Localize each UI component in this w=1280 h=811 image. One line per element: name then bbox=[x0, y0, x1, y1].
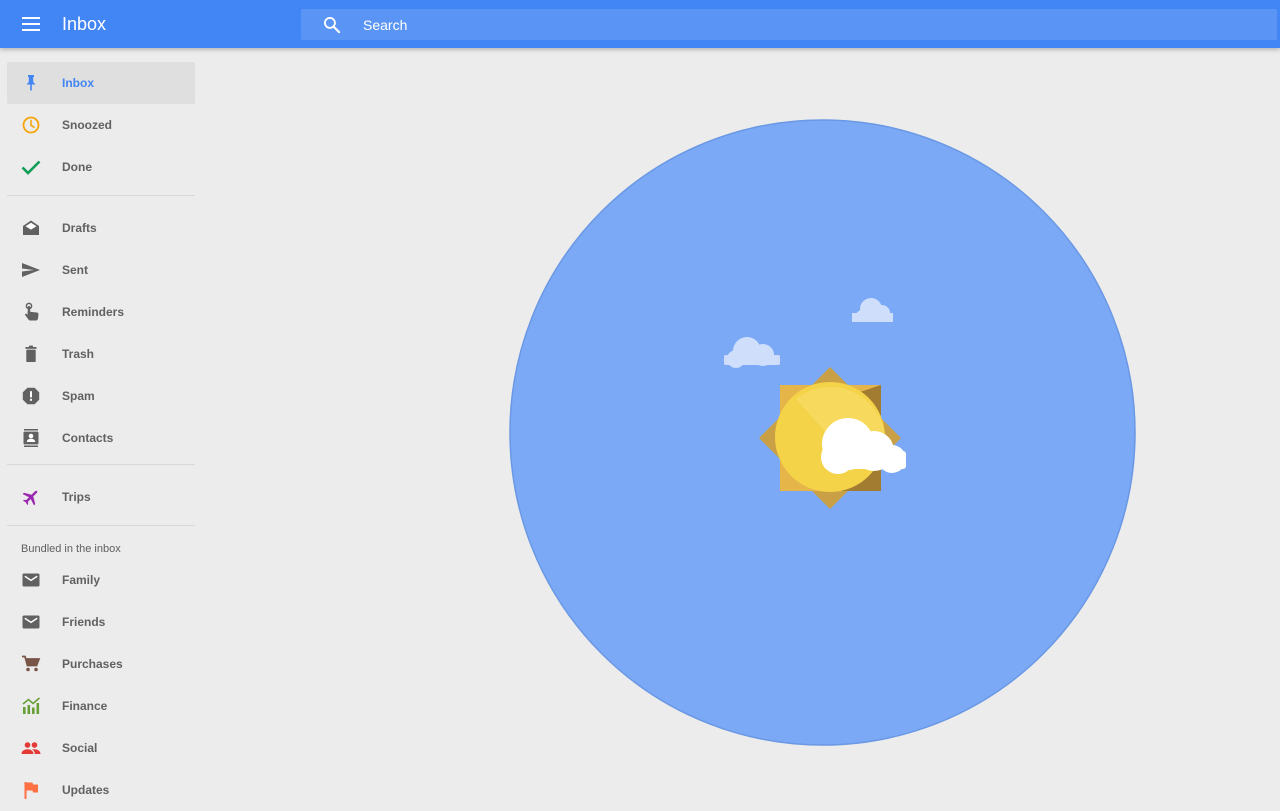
cart-icon bbox=[21, 654, 41, 674]
sidebar-item-label: Purchases bbox=[62, 657, 123, 671]
people-icon bbox=[21, 738, 41, 758]
drafts-icon bbox=[21, 218, 41, 238]
flag-icon bbox=[21, 780, 41, 800]
sun-and-clouds-illustration bbox=[509, 119, 1136, 746]
sidebar-item-trips[interactable]: Trips bbox=[7, 476, 195, 518]
sidebar-item-label: Sent bbox=[62, 263, 89, 277]
sidebar-item-label: Friends bbox=[62, 615, 106, 629]
sidebar-item-purchases[interactable]: Purchases bbox=[7, 643, 195, 685]
sidebar-item-trash[interactable]: Trash bbox=[7, 333, 195, 375]
sidebar-item-done[interactable]: Done bbox=[7, 146, 195, 188]
sidebar-divider bbox=[7, 525, 195, 526]
sidebar-item-family[interactable]: Family bbox=[7, 559, 195, 601]
sidebar-item-sent[interactable]: Sent bbox=[7, 249, 195, 291]
mail-icon bbox=[21, 570, 41, 590]
pin-icon bbox=[21, 73, 41, 93]
sidebar-item-label: Family bbox=[62, 573, 101, 587]
main-menu-button[interactable] bbox=[20, 13, 42, 35]
sidebar-item-label: Reminders bbox=[62, 305, 125, 319]
search-icon bbox=[324, 17, 341, 34]
sidebar-item-contacts[interactable]: Contacts bbox=[7, 417, 195, 459]
sidebar-item-label: Trips bbox=[62, 490, 91, 504]
bundles-section-title: Bundled in the inbox bbox=[21, 543, 121, 555]
sidebar-item-label: Drafts bbox=[62, 221, 97, 235]
search-input[interactable]: Search bbox=[363, 16, 407, 34]
top-app-bar: Inbox Search bbox=[0, 0, 1280, 48]
sidebar-divider bbox=[7, 464, 195, 465]
finance-chart-icon bbox=[21, 696, 41, 716]
sidebar-item-label: Finance bbox=[62, 699, 108, 713]
clock-icon bbox=[21, 115, 41, 135]
search-bar[interactable]: Search bbox=[301, 9, 1277, 40]
main-content bbox=[201, 48, 1280, 800]
sidebar-item-label: Snoozed bbox=[62, 118, 112, 132]
sidebar-item-drafts[interactable]: Drafts bbox=[7, 207, 195, 249]
sidebar-item-social[interactable]: Social bbox=[7, 727, 195, 769]
sidebar-item-inbox[interactable]: Inbox bbox=[7, 62, 195, 104]
sidebar-item-label: Contacts bbox=[62, 431, 114, 445]
reminder-hand-icon bbox=[21, 302, 41, 322]
send-icon bbox=[21, 260, 41, 280]
sidebar-item-label: Updates bbox=[62, 783, 110, 797]
sidebar-item-label: Spam bbox=[62, 389, 95, 403]
sidebar-nav: Inbox Snoozed Done Drafts Sent Reminders… bbox=[0, 48, 201, 800]
sidebar-item-label: Inbox bbox=[62, 76, 94, 90]
check-icon bbox=[21, 157, 41, 177]
sidebar-item-label: Trash bbox=[62, 347, 95, 361]
hamburger-menu-icon bbox=[22, 17, 40, 31]
sidebar-item-finance[interactable]: Finance bbox=[7, 685, 195, 727]
sidebar-item-updates[interactable]: Updates bbox=[7, 769, 195, 811]
sidebar-item-friends[interactable]: Friends bbox=[7, 601, 195, 643]
trash-icon bbox=[21, 344, 41, 364]
contacts-icon bbox=[21, 428, 41, 448]
airplane-icon bbox=[21, 487, 41, 507]
sidebar-item-label: Social bbox=[62, 741, 98, 755]
sidebar-divider bbox=[7, 195, 195, 196]
sidebar-item-label: Done bbox=[62, 160, 92, 174]
spam-icon bbox=[21, 386, 41, 406]
sidebar-item-snoozed[interactable]: Snoozed bbox=[7, 104, 195, 146]
sidebar-item-reminders[interactable]: Reminders bbox=[7, 291, 195, 333]
sidebar-item-spam[interactable]: Spam bbox=[7, 375, 195, 417]
app-title: Inbox bbox=[62, 14, 107, 34]
mail-icon bbox=[21, 612, 41, 632]
